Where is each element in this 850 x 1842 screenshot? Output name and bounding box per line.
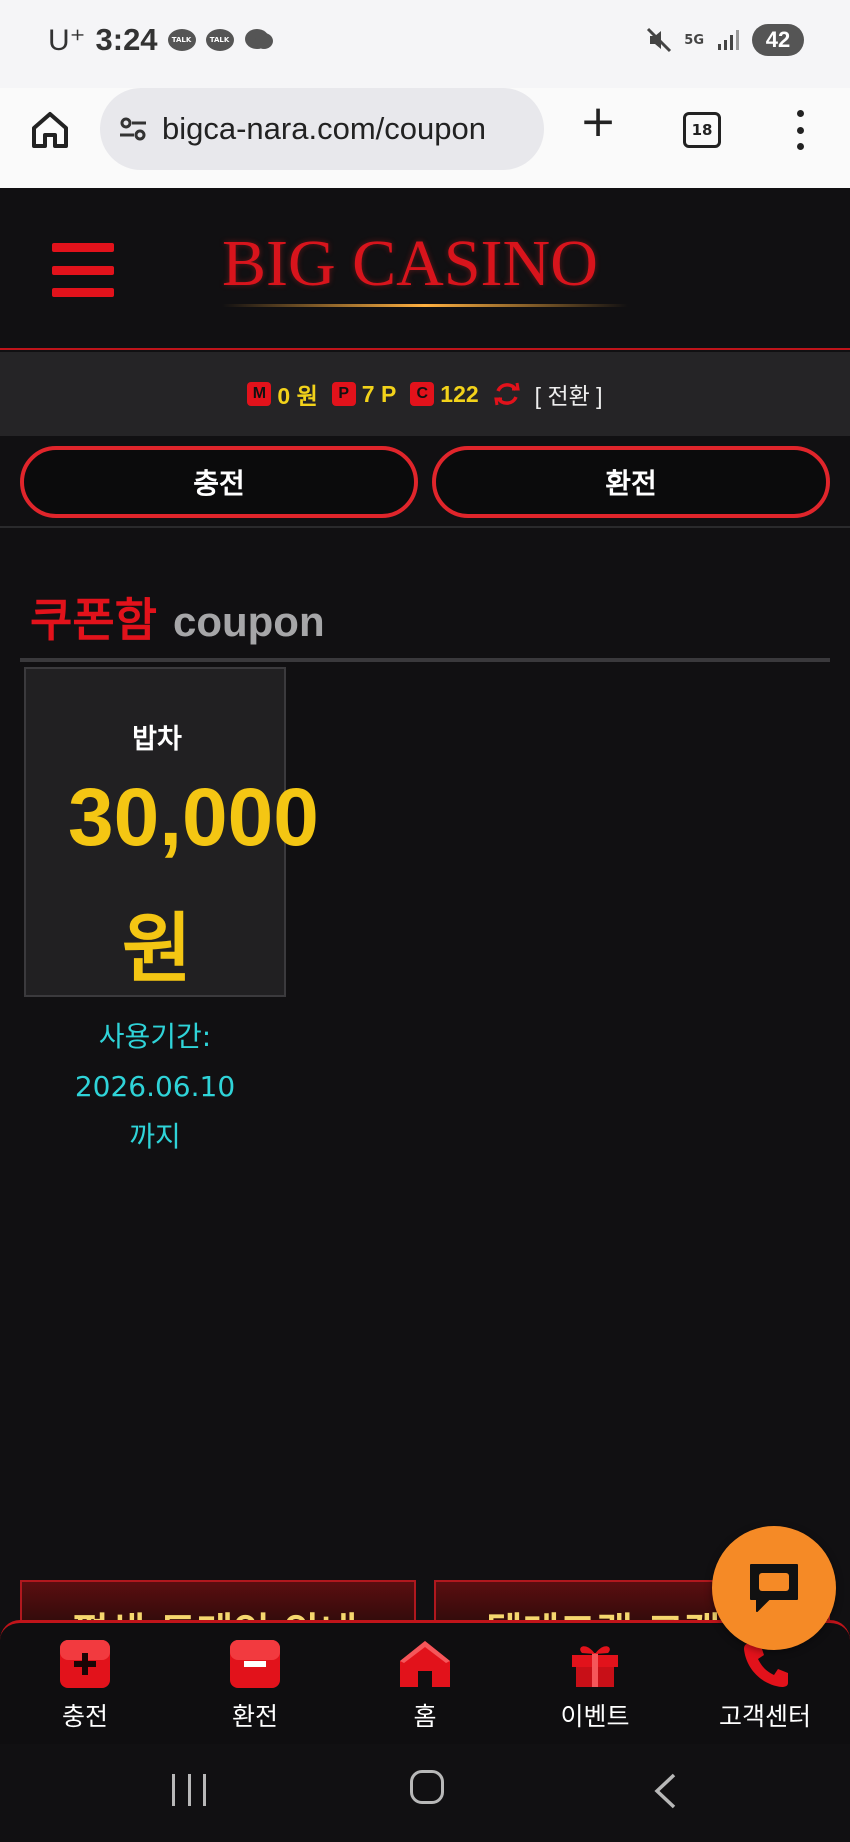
expiry-date: 2026.06.10 (74, 1070, 236, 1103)
nav-label: 고객센터 (718, 1702, 811, 1731)
coupon-unit: 원 (122, 904, 192, 993)
kakaotalk-icon: TALK (167, 29, 196, 51)
clock: 3:24 (95, 22, 158, 57)
coin-value: 122 (440, 380, 479, 407)
browser-toolbar: bigca-nara.com/coupon + 18 (0, 88, 850, 188)
home-icon[interactable] (28, 108, 72, 152)
network-5g-icon: 5G (684, 32, 704, 48)
mute-icon (647, 27, 672, 53)
carrier-label: U⁺ (48, 23, 86, 57)
nav-label: 충전 (61, 1702, 108, 1731)
nav-label: 홈 (413, 1702, 437, 1731)
status-bar: U⁺ 3:24 TALK TALK 5G 42 (0, 0, 850, 88)
balance-bar: M 0 원 P 7 P C 122 [ 전환 ] (0, 352, 850, 436)
signal-icon (718, 30, 739, 50)
page-title: 쿠폰함 coupon (30, 584, 325, 650)
coupon-expiry: 사용기간: 2026.06.10 까지 (24, 1012, 286, 1162)
kakaotalk-icon: TALK (205, 29, 234, 51)
plus-icon (60, 1640, 110, 1688)
point-badge: P (331, 382, 356, 406)
money-balance: M 0 원 (247, 377, 318, 411)
gift-icon (572, 1646, 618, 1687)
coupon-card[interactable]: 밥차 30,000 원 (24, 667, 319, 997)
coin-balance: C 122 (410, 380, 479, 408)
switch-link[interactable]: [ 전환 ] (535, 377, 603, 411)
address-bar[interactable]: bigca-nara.com/coupon (100, 88, 544, 170)
page-title-korean: 쿠폰함 (30, 593, 157, 647)
action-row: 충전 환전 (0, 436, 850, 528)
nav-item-deposit[interactable]: 충전 (0, 1623, 170, 1744)
battery-indicator: 42 (752, 24, 804, 56)
minus-icon (230, 1640, 280, 1688)
deposit-button[interactable]: 충전 (20, 446, 418, 518)
url-text: bigca-nara.com/coupon (162, 111, 486, 146)
expiry-label: 사용기간: (98, 1020, 212, 1053)
refresh-icon[interactable] (493, 380, 521, 408)
nav-label: 이벤트 (560, 1702, 630, 1731)
chat-bubble-icon (244, 29, 273, 49)
site-settings-icon[interactable] (118, 114, 148, 144)
android-nav-bar (0, 1744, 850, 1842)
coin-badge: C (410, 382, 435, 406)
nav-item-event[interactable]: 이벤트 (510, 1623, 680, 1744)
page-title-english: coupon (172, 598, 325, 645)
coupon-name: 밥차 (132, 724, 182, 755)
money-badge: M (247, 382, 272, 406)
new-tab-button[interactable]: + (578, 100, 618, 144)
browser-menu-button[interactable] (790, 110, 810, 150)
back-icon[interactable] (652, 1772, 678, 1810)
withdraw-button[interactable]: 환전 (432, 446, 830, 518)
site-header: BIG CASINO (0, 188, 850, 350)
bottom-nav: 충전 환전 홈 이벤트 고객센터 (0, 1620, 850, 1744)
point-balance: P 7 P (331, 380, 397, 408)
logo-underline (222, 304, 628, 307)
point-value: 7 P (361, 380, 397, 407)
nav-label: 환전 (231, 1702, 278, 1731)
tab-switcher-button[interactable]: 18 (683, 112, 721, 148)
nav-item-home[interactable]: 홈 (340, 1623, 510, 1744)
coupon-amount: 30,000 (68, 772, 319, 863)
home-button-icon[interactable] (410, 1770, 444, 1804)
recent-apps-icon[interactable] (172, 1774, 206, 1806)
hamburger-menu-icon[interactable] (52, 243, 114, 297)
chat-button[interactable] (712, 1526, 836, 1650)
nav-item-withdraw[interactable]: 환전 (170, 1623, 340, 1744)
money-value: 0 원 (277, 383, 318, 409)
home-icon (400, 1641, 450, 1687)
expiry-suffix: 까지 (129, 1120, 181, 1153)
site-logo[interactable]: BIG CASINO (222, 226, 598, 302)
chat-icon (750, 1564, 798, 1612)
section-divider (20, 658, 830, 662)
